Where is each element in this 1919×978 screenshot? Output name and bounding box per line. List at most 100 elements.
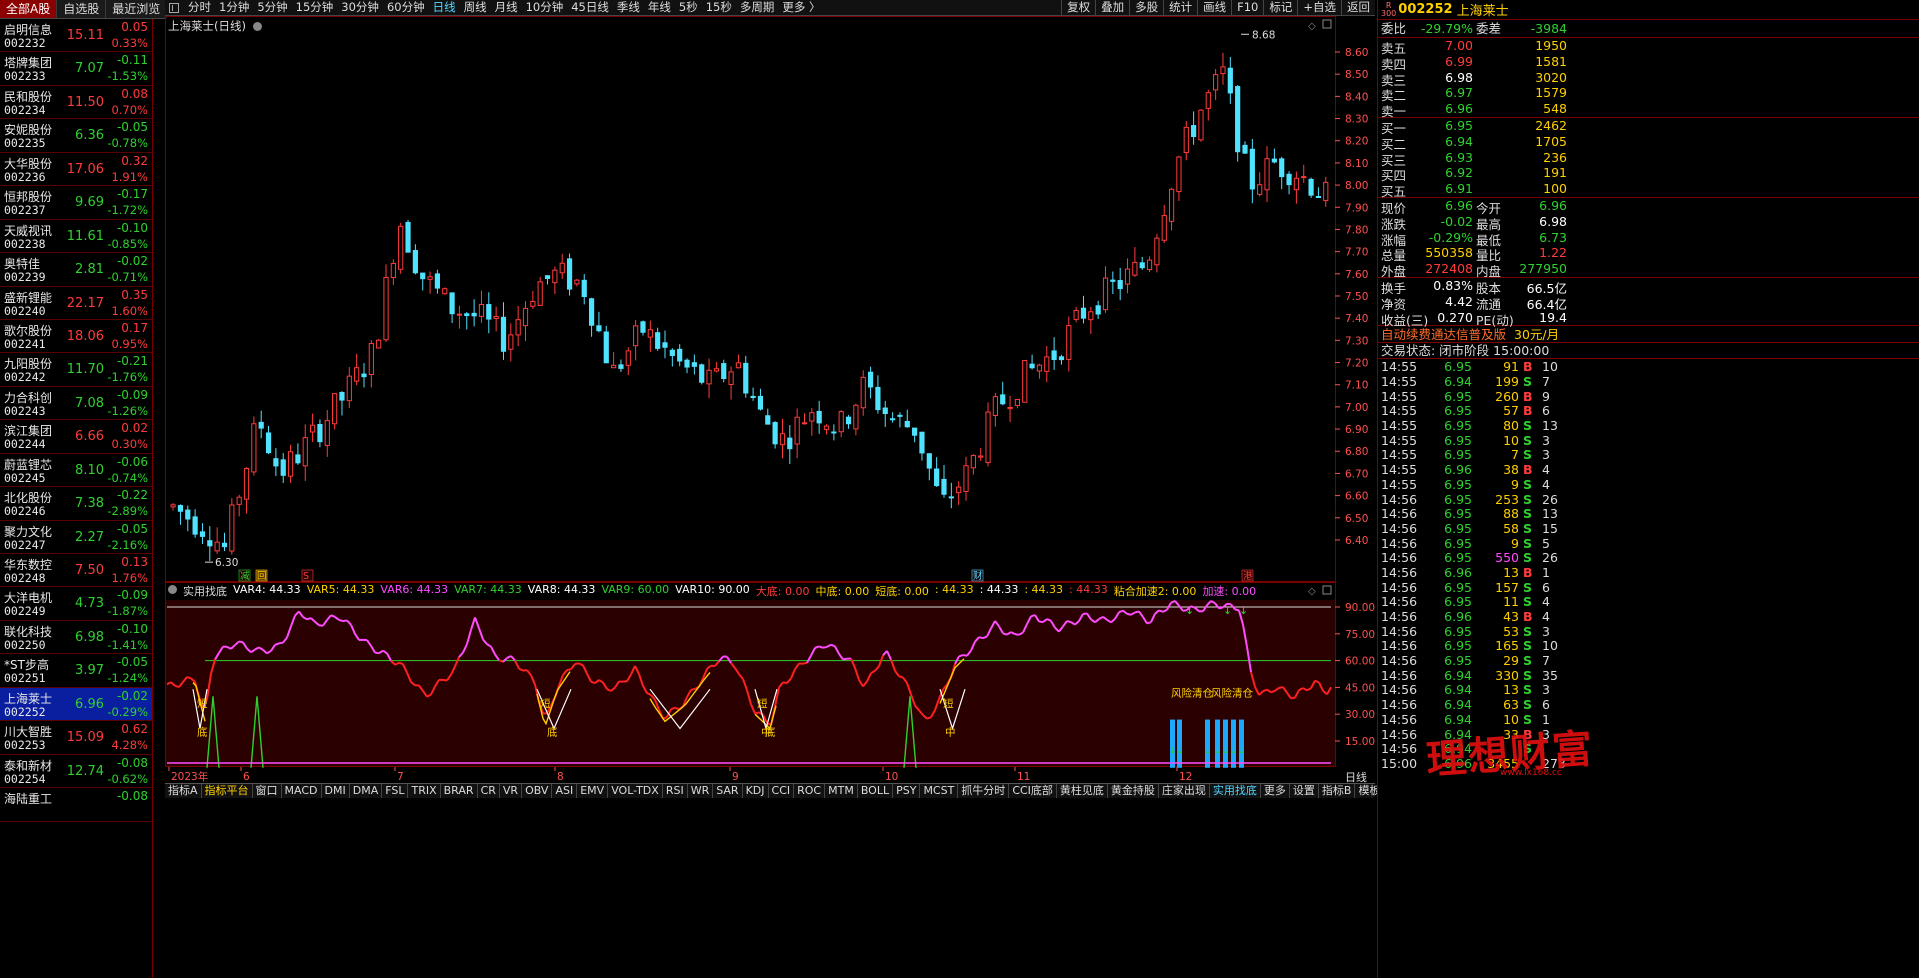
stock-row[interactable]: 联化科技 002250 6.98 -0.10 -1.41%	[0, 621, 152, 655]
event-marker-label[interactable]: 减	[240, 570, 250, 582]
period-option[interactable]: 5分钟	[253, 0, 291, 15]
stock-row[interactable]: 安妮股份 002235 6.36 -0.05 -0.78%	[0, 119, 152, 153]
stock-row[interactable]: 歌尔股份 002241 18.06 0.17 0.95%	[0, 320, 152, 354]
toolbar-button[interactable]: 复权	[1061, 0, 1095, 15]
indicator-tab[interactable]: MCST	[920, 784, 959, 798]
market-tab[interactable]: 自选股	[57, 0, 107, 18]
period-option[interactable]: 日线	[429, 0, 460, 15]
indicator-tab[interactable]: MTM	[825, 784, 858, 798]
maximize-icon[interactable]	[1322, 19, 1332, 29]
stock-row[interactable]: 大洋电机 002249 4.73 -0.09 -1.87%	[0, 587, 152, 621]
stock-row[interactable]: 上海莱士 002252 6.96 -0.02 -0.29%	[0, 687, 152, 722]
period-option[interactable]: 季线	[613, 0, 644, 15]
stock-row[interactable]: 大华股份 002236 17.06 0.32 1.91%	[0, 153, 152, 187]
stock-row[interactable]: 滨江集团 002244 6.66 0.02 0.30%	[0, 420, 152, 454]
chart-options-icon[interactable]	[252, 22, 262, 31]
stock-row[interactable]: 恒邦股份 002237 9.69 -0.17 -1.72%	[0, 186, 152, 220]
indicator-tab[interactable]: PSY	[893, 784, 921, 798]
kline-chart[interactable]: 8.60 8.50 8.40 8.30 8.20 8.10 8.00 7.90 7.80 7.70…	[165, 16, 1375, 783]
period-option[interactable]: 周线	[460, 0, 491, 15]
stock-row[interactable]: *ST步高 002251 3.97 -0.05 -1.24%	[0, 654, 152, 688]
diamond-icon[interactable]: ◇	[1308, 21, 1316, 32]
indicator-tab[interactable]: 更多	[1261, 784, 1290, 798]
indicator-tab[interactable]: 实用找底	[1210, 784, 1261, 798]
event-marker-label[interactable]: 财	[973, 570, 983, 582]
market-tab[interactable]: 全部A股	[0, 0, 58, 18]
event-marker-label[interactable]: 港	[1243, 570, 1253, 582]
indicator-tab[interactable]: ASI	[552, 784, 578, 798]
indicator-tab[interactable]: DMI	[322, 784, 350, 798]
indicator-tab[interactable]: BOLL	[858, 784, 894, 798]
stock-row[interactable]: 天威视讯 002238 11.61 -0.10 -0.85%	[0, 220, 152, 254]
period-option[interactable]: 1分钟	[215, 0, 253, 15]
stock-row[interactable]: 蔚蓝锂芯 002245 8.10 -0.06 -0.74%	[0, 454, 152, 488]
indicator-tab[interactable]: CR	[478, 784, 500, 798]
indicator-tab[interactable]: 指标平台	[202, 784, 253, 798]
period-option[interactable]: 年线	[644, 0, 675, 15]
indicator-tab[interactable]: KDJ	[743, 784, 769, 798]
event-marker-label[interactable]: S	[303, 571, 309, 582]
stock-row[interactable]: 北化股份 002246 7.38 -0.22 -2.89%	[0, 487, 152, 521]
stock-row[interactable]: 泰和新材 002254 12.74 -0.08 -0.62%	[0, 755, 152, 789]
stock-row[interactable]: 川大智胜 002253 15.09 0.62 4.28%	[0, 721, 152, 755]
indicator-tab[interactable]: EMV	[577, 784, 609, 798]
indicator-tab[interactable]: 黄柱见底	[1057, 784, 1108, 798]
toolbar-button[interactable]: 多股	[1129, 0, 1163, 15]
stock-row[interactable]: 盛新锂能 002240 22.17 0.35 1.60%	[0, 287, 152, 320]
indicator-tab[interactable]: 窗口	[253, 784, 282, 798]
indicator-tab[interactable]: 庄家出现	[1159, 784, 1210, 798]
period-option[interactable]: 更多 〉	[778, 0, 824, 15]
stock-row[interactable]: 力合科创 002243 7.08 -0.09 -1.26%	[0, 387, 152, 421]
period-option[interactable]: 多周期	[736, 0, 779, 15]
toolbar-button[interactable]: 画线	[1197, 0, 1231, 15]
indicator-tab[interactable]: CCI底部	[1009, 784, 1057, 798]
indicator-tab[interactable]: TRIX	[408, 784, 441, 798]
subscription-ad[interactable]: 自动续费通达信普及版 30元/月	[1378, 326, 1919, 344]
indicator-tab[interactable]: VOL-TDX	[608, 784, 663, 798]
stock-row[interactable]: 九阳股份 002242 11.70 -0.21 -1.76%	[0, 353, 152, 387]
indicator-tab[interactable]: ROC	[794, 784, 826, 798]
indicator-tab[interactable]: CCI	[769, 784, 795, 798]
indicator-tab[interactable]: 指标A	[165, 784, 202, 798]
indicator-tab[interactable]: SAR	[713, 784, 743, 798]
indicator-tab[interactable]: FSL	[382, 784, 409, 798]
period-option[interactable]: 分时	[184, 0, 215, 15]
indicator-tab[interactable]: BRAR	[441, 784, 478, 798]
toolbar-button[interactable]: 叠加	[1095, 0, 1129, 15]
period-option[interactable]: 月线	[491, 0, 522, 15]
indicator-tab[interactable]: 抓牛分时	[958, 784, 1010, 798]
diamond-icon[interactable]: ◇	[1308, 586, 1316, 597]
indicator-tab[interactable]: 设置	[1290, 784, 1319, 798]
indicator-tab-control[interactable]: 指标B	[1319, 784, 1356, 798]
toolbar-button[interactable]: 统计	[1163, 0, 1197, 15]
indicator-tab[interactable]: OBV	[522, 784, 553, 798]
indicator-options-icon[interactable]	[168, 585, 177, 594]
period-option[interactable]: 30分钟	[337, 0, 383, 15]
indicator-tab[interactable]: MACD	[282, 784, 322, 798]
market-tab[interactable]: 最近浏览	[106, 0, 168, 18]
indicator-tab[interactable]: 黄金持股	[1108, 784, 1159, 798]
indicator-tab[interactable]: WR	[688, 784, 714, 798]
toolbar-button[interactable]: +自选	[1297, 0, 1341, 15]
indicator-tab[interactable]: RSI	[663, 784, 688, 798]
period-option[interactable]: 45日线	[567, 0, 613, 15]
collapse-panel-icon[interactable]	[169, 2, 179, 13]
period-option[interactable]: 15分钟	[292, 0, 338, 15]
stock-row[interactable]: 奥特佳 002239 2.81 -0.02 -0.71%	[0, 253, 152, 287]
stock-row[interactable]: 民和股份 002234 11.50 0.08 0.70%	[0, 86, 152, 120]
period-option[interactable]: 15秒	[702, 0, 736, 15]
period-option[interactable]: 10分钟	[522, 0, 568, 15]
event-marker-label[interactable]: 回	[257, 571, 267, 582]
indicator-tab[interactable]: DMA	[350, 784, 383, 798]
indicator-tab[interactable]: VR	[500, 784, 523, 798]
toolbar-button[interactable]: 标记	[1263, 0, 1297, 15]
toolbar-button[interactable]: 返回	[1341, 0, 1375, 15]
toolbar-button[interactable]: F10	[1231, 0, 1263, 15]
period-option[interactable]: 60分钟	[383, 0, 429, 15]
maximize-icon[interactable]	[1322, 585, 1332, 595]
stock-row[interactable]: 海陆重工 -0.08	[0, 788, 152, 822]
stock-row[interactable]: 启明信息 002232 15.11 0.05 0.33%	[0, 19, 152, 53]
period-option[interactable]: 5秒	[675, 0, 702, 15]
stock-row[interactable]: 塔牌集团 002233 7.07 -0.11 -1.53%	[0, 52, 152, 86]
stock-row[interactable]: 华东数控 002248 7.50 0.13 1.76%	[0, 554, 152, 588]
